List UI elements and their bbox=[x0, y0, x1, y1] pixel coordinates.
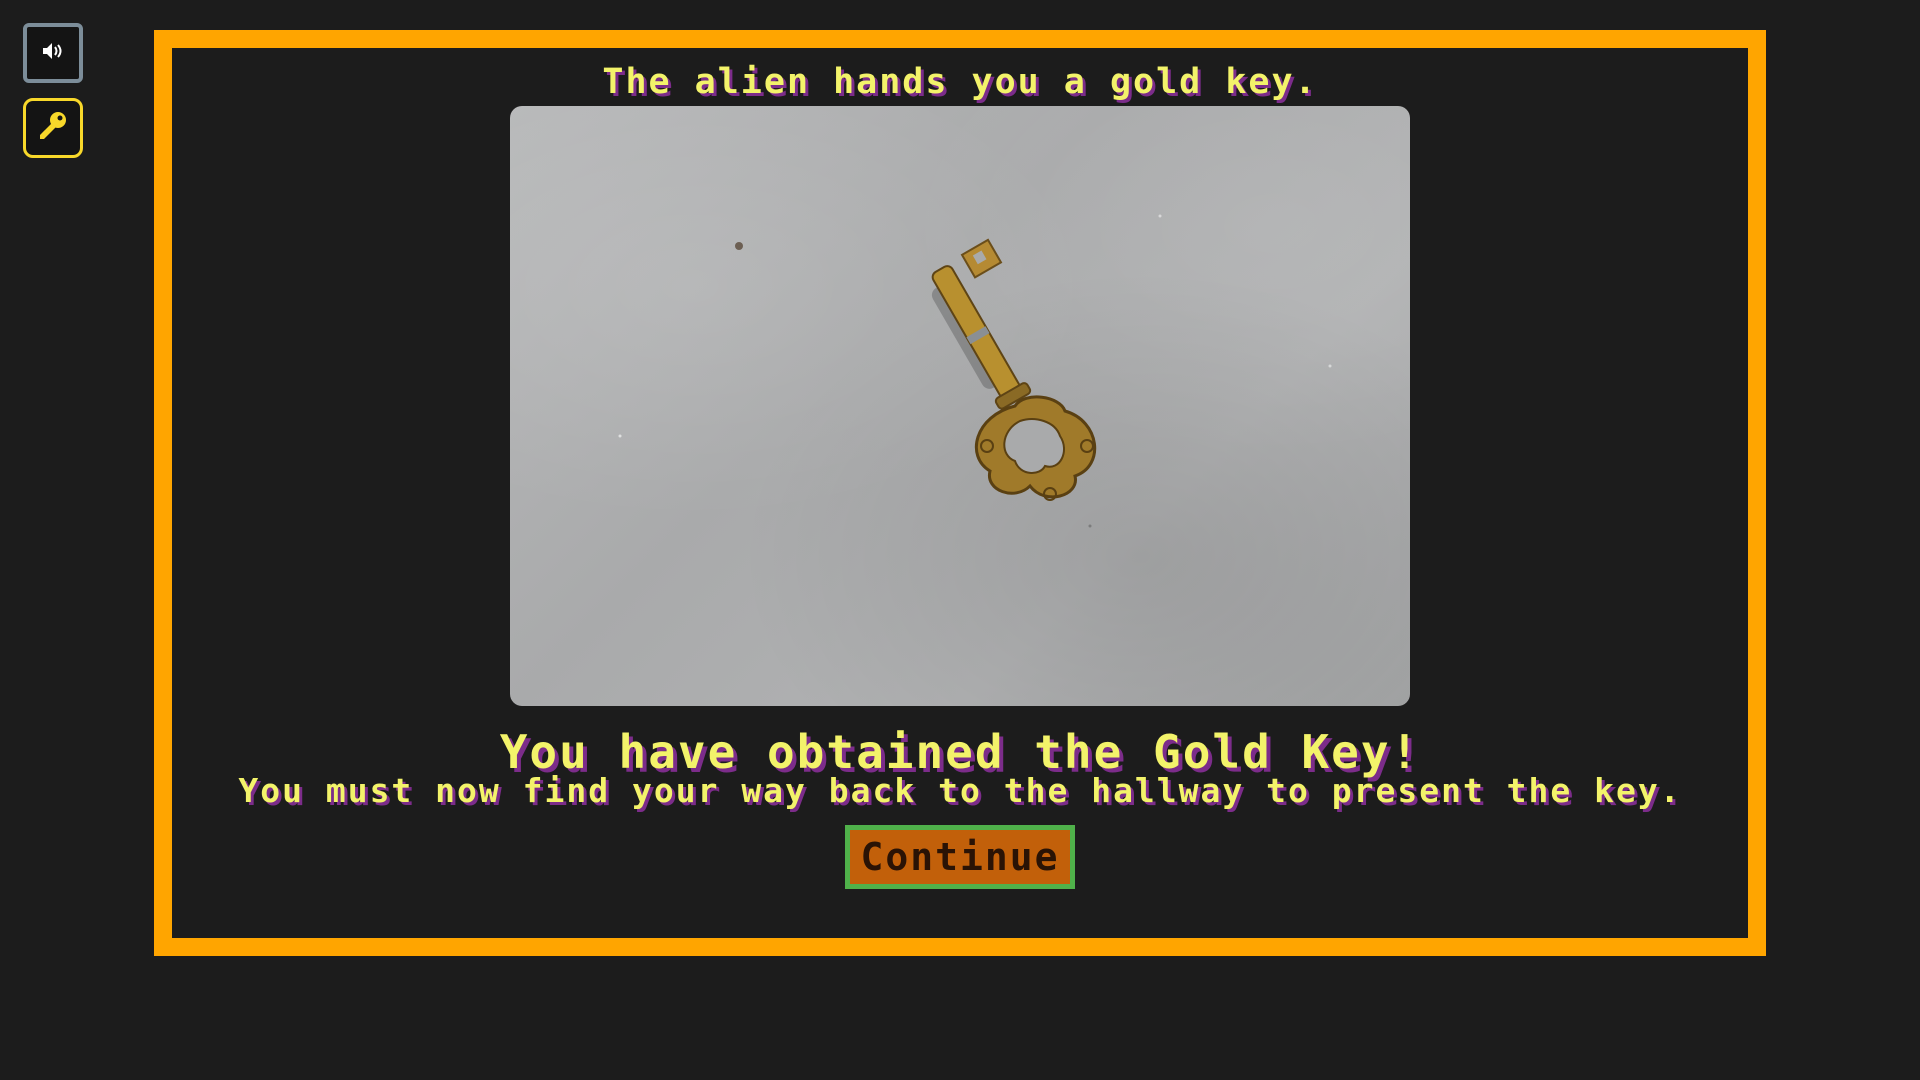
gold-key-image bbox=[510, 106, 1410, 706]
inventory-key-button[interactable] bbox=[23, 98, 83, 158]
side-toolbar bbox=[23, 23, 83, 158]
dialog-frame: The alien hands you a gold key. You have… bbox=[154, 30, 1766, 956]
speaker-icon bbox=[42, 42, 64, 64]
key-icon bbox=[36, 109, 70, 147]
continue-button[interactable]: Continue bbox=[845, 825, 1075, 889]
dialog-content: The alien hands you a gold key. You have… bbox=[172, 48, 1748, 938]
instruction-text: You must now find your way back to the h… bbox=[238, 771, 1682, 810]
intro-text: The alien hands you a gold key. bbox=[602, 62, 1318, 102]
sound-toggle-button[interactable] bbox=[23, 23, 83, 83]
gold-key-illustration bbox=[618, 214, 1332, 528]
